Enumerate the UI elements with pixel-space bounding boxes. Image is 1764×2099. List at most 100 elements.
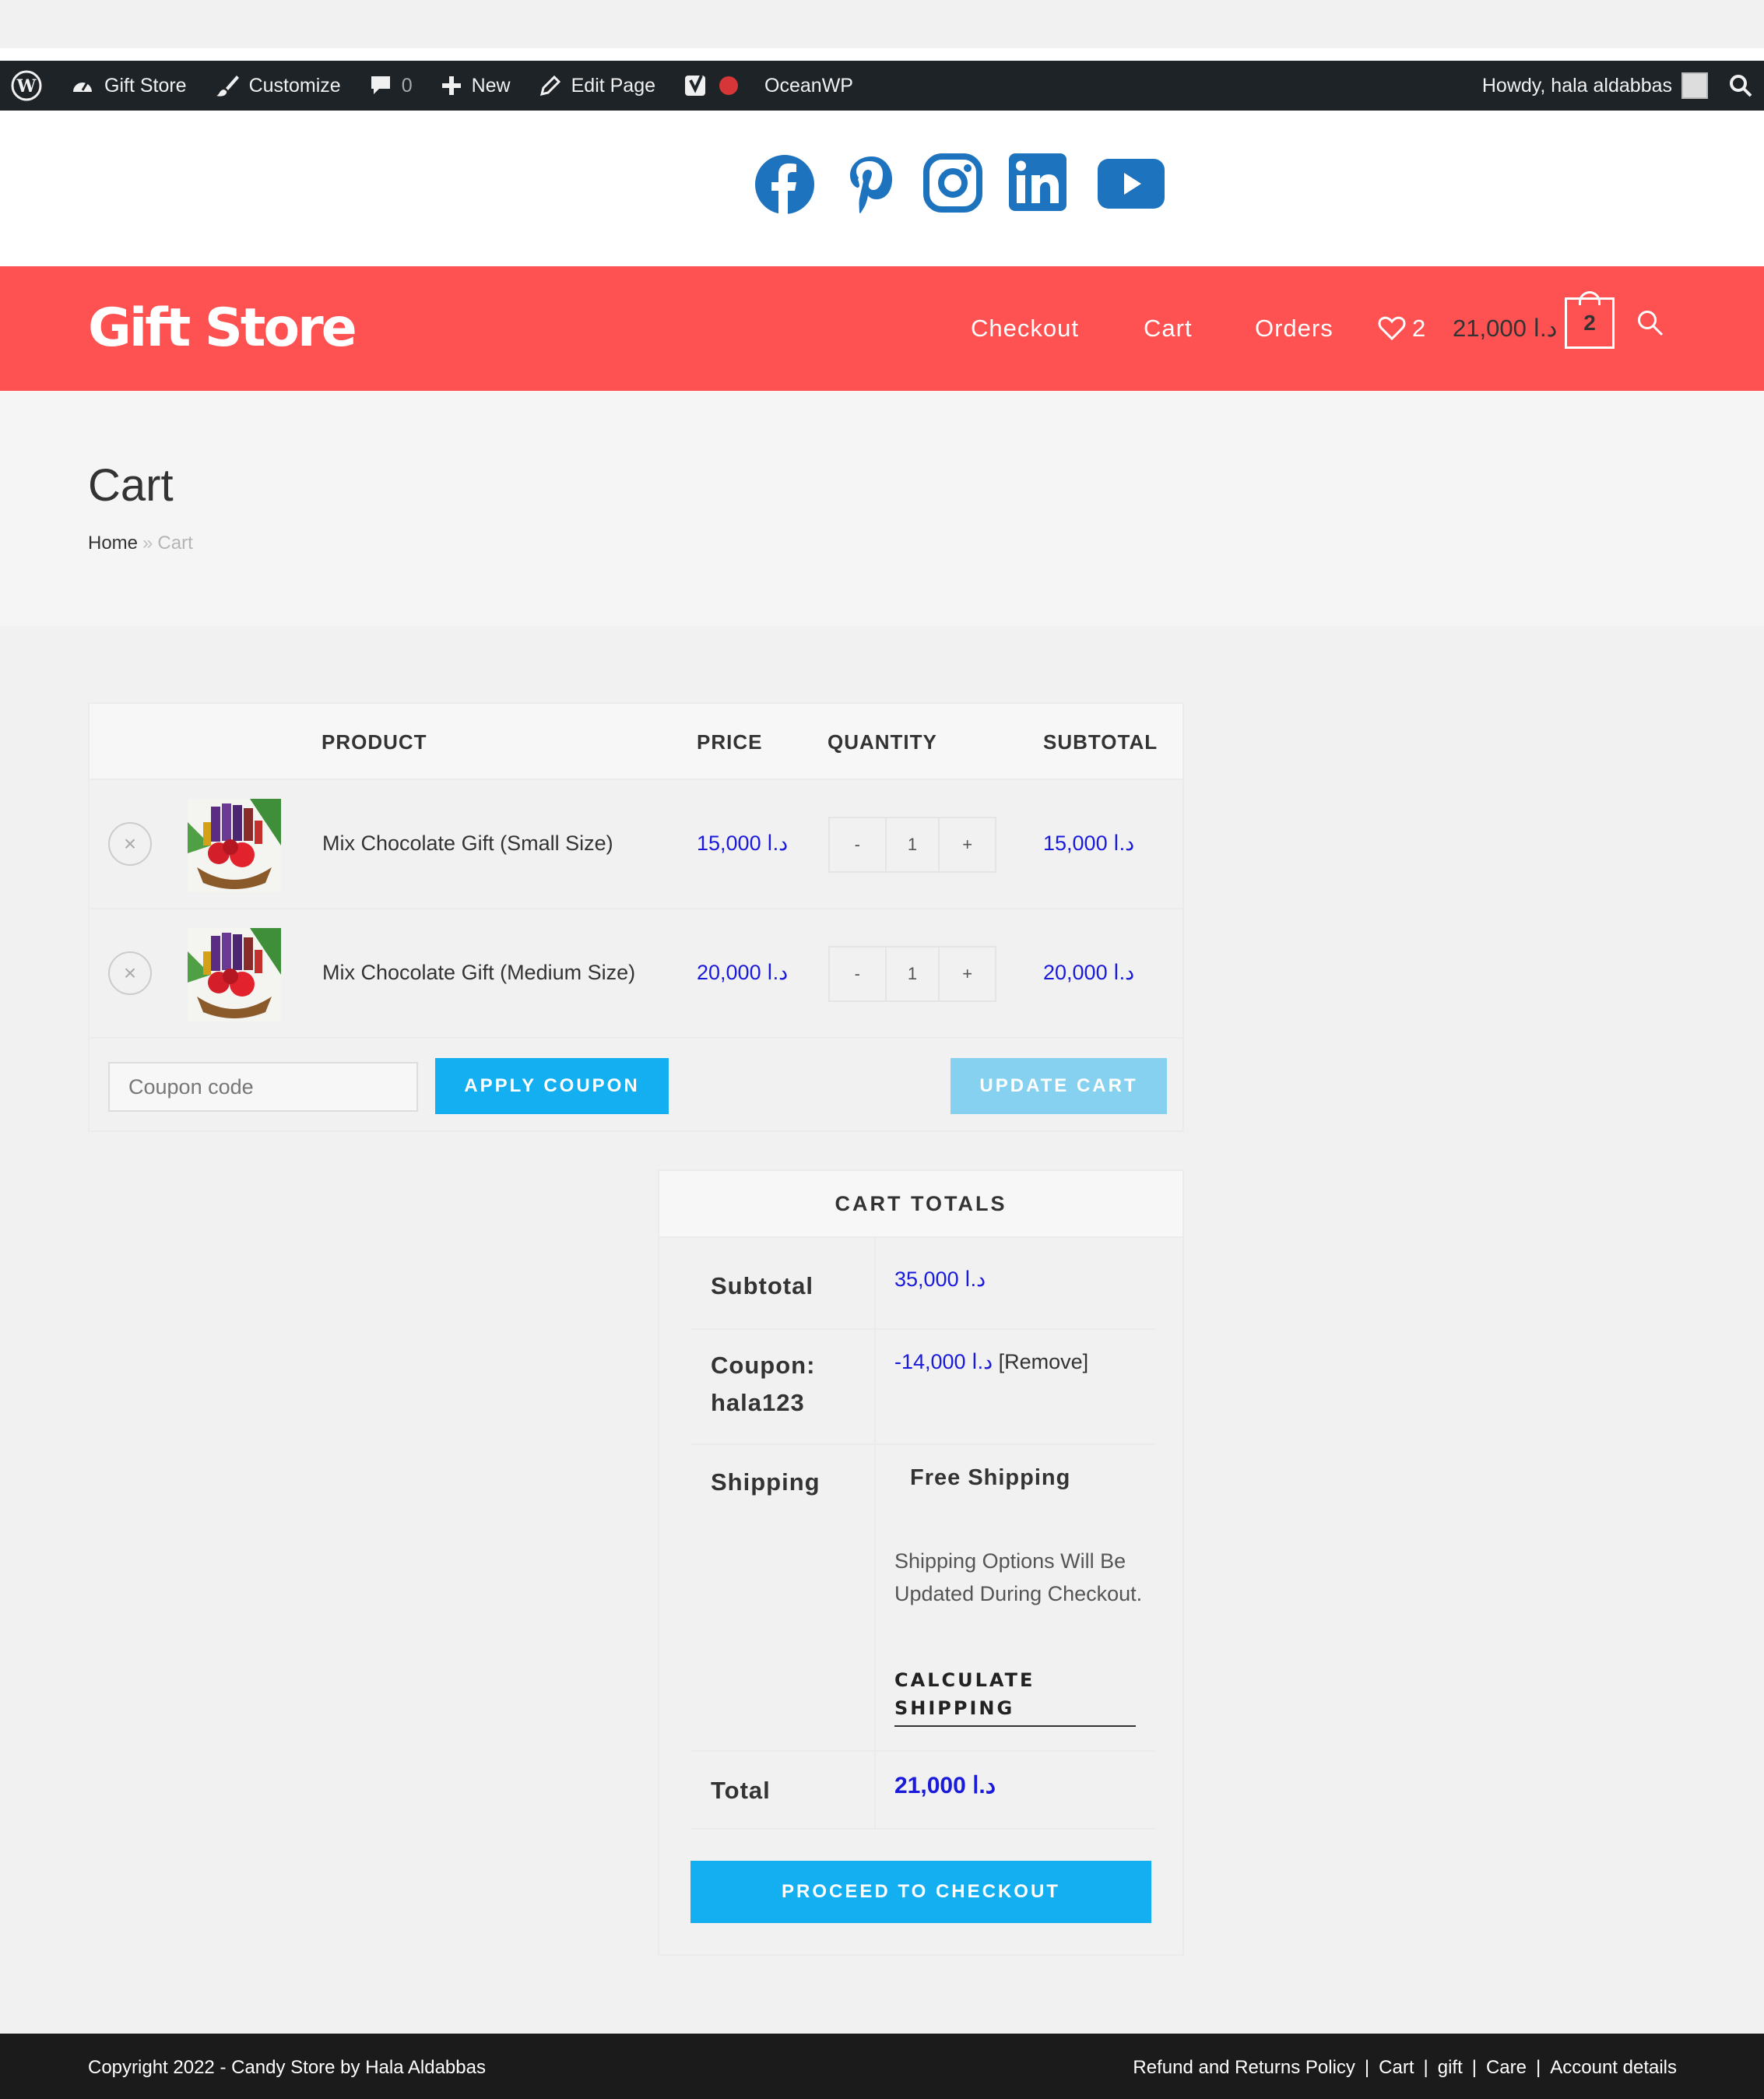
total-cell: د.ا 21,000 [874,1752,996,1828]
facebook-icon[interactable] [754,153,816,216]
site-name-label: Gift Store [104,74,187,97]
pencil-icon [539,75,560,97]
total-value: د.ا 21,000 [894,1773,996,1798]
product-name-link[interactable]: Mix Chocolate Gift (Medium Size) [322,961,635,985]
subtotal-cell: د.ا 35,000 [874,1238,986,1328]
oceanwp-link[interactable]: OceanWP [757,61,867,111]
header-product: PRODUCT [322,730,427,754]
page-header: Cart Home» Cart [0,391,1764,626]
site-logo[interactable]: Gift Store [88,297,357,359]
footer-link-account-details[interactable]: Account details [1550,2057,1677,2079]
footer-link-refund-policy[interactable]: Refund and Returns Policy [1133,2057,1355,2079]
coupon-discount-value: -14,000 د.ا [894,1350,993,1373]
cart-table-header: PRODUCT PRICE QUANTITY SUBTOTAL [90,704,1182,780]
proceed-to-checkout-button[interactable]: PROCEED TO CHECKOUT [690,1861,1151,1923]
shipping-note: Shipping Options Will Be Updated During … [894,1549,1143,1605]
footer-links: Refund and Returns Policy | Cart | gift … [1133,2057,1677,2079]
browser-top-strip [0,0,1764,61]
site-footer: Copyright 2022 - Candy Store by Hala Ald… [0,2034,1764,2099]
shipping-label: Shipping [711,1468,821,1496]
yoast-seo-link[interactable] [669,61,757,111]
customize-label: Customize [248,74,341,97]
instagram-icon[interactable] [923,153,982,213]
footer-separator: | [1423,2057,1428,2078]
update-cart-button[interactable]: UPDATE CART [951,1058,1167,1114]
admin-search-button[interactable] [1722,61,1764,111]
subtotal-value: د.ا 35,000 [894,1267,986,1291]
linkedin-icon[interactable] [1009,153,1066,211]
heart-icon [1378,316,1406,341]
edit-page-link[interactable]: Edit Page [525,61,669,111]
new-label: New [471,74,511,97]
site-header: Gift Store Checkout Cart Orders 2 د.ا 21… [0,266,1764,391]
seo-status-dot [719,76,739,95]
search-icon[interactable] [1636,309,1664,337]
subtotal-label: Subtotal [711,1272,813,1299]
cart-table: PRODUCT PRICE QUANTITY SUBTOTAL × Mix Ch… [88,702,1184,1132]
quantity-stepper: - 1 + [828,817,996,873]
breadcrumb-current: Cart [157,533,193,554]
remove-item-button[interactable]: × [108,951,152,995]
my-account-link[interactable]: Howdy, hala aldabbas [1468,61,1722,111]
paintbrush-icon [216,76,239,97]
wp-admin-bar: W Gift Store Customize 0 New Edit Page O… [0,61,1764,111]
pinterest-icon[interactable] [845,153,895,216]
coupon-cell: -14,000 د.ا [Remove] [874,1330,1088,1443]
oceanwp-label: OceanWP [764,74,853,97]
product-thumbnail[interactable] [188,928,281,1021]
new-content-link[interactable]: New [427,61,525,111]
customize-link[interactable]: Customize [201,61,355,111]
remove-coupon-link[interactable]: [Remove] [999,1350,1089,1373]
footer-separator: | [1471,2057,1477,2078]
menu-item-checkout[interactable]: Checkout [971,315,1079,343]
product-name-link[interactable]: Mix Chocolate Gift (Small Size) [322,832,613,856]
dashboard-icon [73,82,92,92]
comment-icon [371,76,390,94]
wordpress-icon: W [11,70,42,101]
footer-copyright: Copyright 2022 - Candy Store by Hala Ald… [88,2057,486,2078]
cart-totals-title: CART TOTALS [659,1171,1182,1238]
product-price: د.ا 15,000 [697,832,789,855]
search-icon [1730,75,1752,97]
totals-coupon-row: Coupon: hala123 -14,000 د.ا [Remove] [690,1330,1154,1445]
breadcrumb-home[interactable]: Home [88,533,138,554]
calculate-shipping-link[interactable]: CALCULATE SHIPPING [894,1666,1136,1727]
header-cart-total: د.ا 21,000 [1453,315,1558,342]
quantity-decrease-button[interactable]: - [830,948,885,1000]
svg-text:W: W [16,76,37,97]
totals-shipping-row: Shipping Free Shipping Shipping Options … [690,1445,1154,1752]
yoast-icon [685,75,706,96]
quantity-input[interactable]: 1 [884,948,940,1000]
coupon-code-input[interactable]: Coupon code [108,1062,418,1112]
quantity-increase-button[interactable]: + [940,948,995,1000]
wishlist-link[interactable]: 2 [1378,266,1426,391]
quantity-input[interactable]: 1 [884,818,940,871]
totals-subtotal-row: Subtotal د.ا 35,000 [690,1238,1154,1330]
apply-coupon-button[interactable]: APPLY COUPON [435,1058,669,1114]
menu-item-orders[interactable]: Orders [1255,315,1334,343]
total-label: Total [711,1777,771,1804]
site-name-link[interactable]: Gift Store [56,61,201,111]
wordpress-logo-button[interactable]: W [0,61,56,111]
header-cart-total-link[interactable]: د.ا 21,000 [1453,266,1557,391]
shipping-cell: Free Shipping Shipping Options Will Be U… [874,1445,1142,1750]
footer-link-cart[interactable]: Cart [1379,2057,1414,2079]
menu-item-cart[interactable]: Cart [1144,315,1193,343]
footer-link-gift[interactable]: gift [1438,2057,1463,2079]
footer-link-care[interactable]: Care [1486,2057,1527,2079]
coupon-label: Coupon: hala123 [711,1352,816,1416]
quantity-decrease-button[interactable]: - [830,818,885,871]
quantity-stepper: - 1 + [828,946,996,1002]
product-price: د.ا 20,000 [697,961,789,984]
comments-link[interactable]: 0 [355,61,427,111]
plus-icon [441,76,461,95]
howdy-label: Howdy, hala aldabbas [1481,74,1672,97]
cart-item-row: × Mix Chocolate Gift (Small Size) د.ا 15… [90,780,1182,909]
remove-item-button[interactable]: × [108,822,152,866]
header-cart-count[interactable]: 2 [1565,297,1615,349]
product-thumbnail[interactable] [188,799,281,892]
wishlist-count: 2 [1412,315,1427,342]
social-header [0,111,1764,266]
quantity-increase-button[interactable]: + [940,818,995,871]
youtube-icon[interactable] [1098,159,1165,209]
